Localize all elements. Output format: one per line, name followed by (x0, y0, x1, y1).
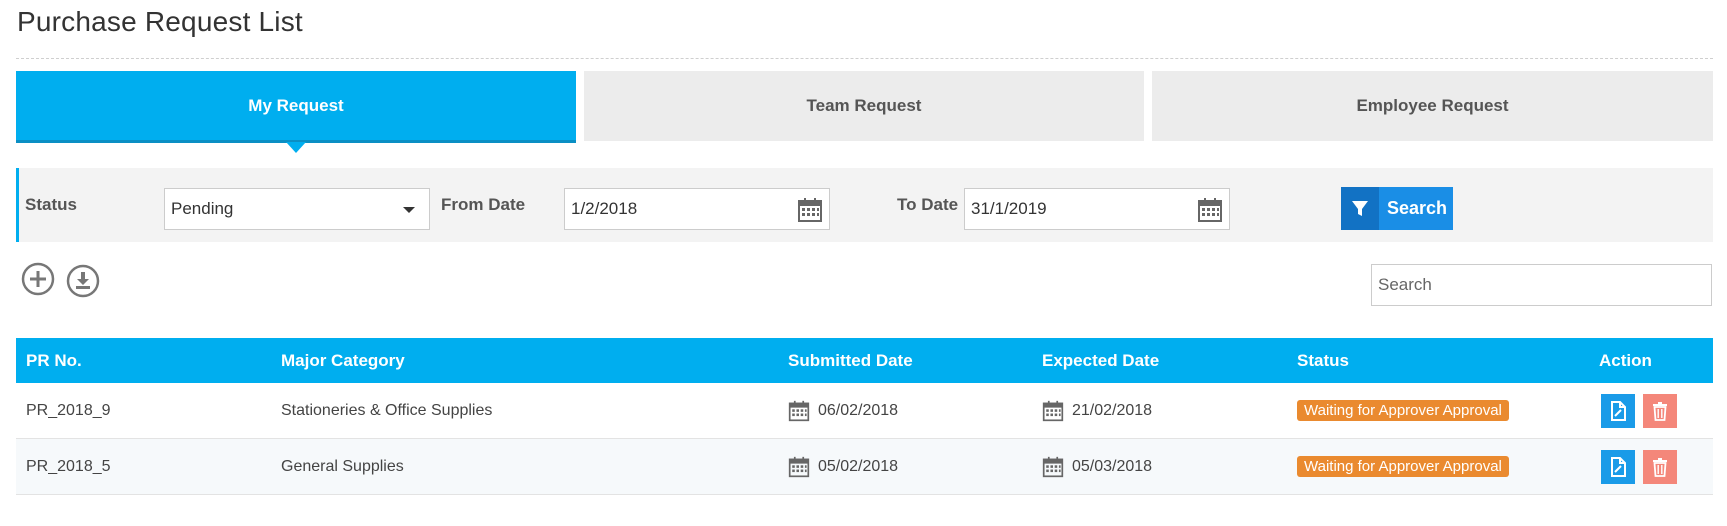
expected-date-value: 05/03/2018 (1072, 457, 1153, 475)
submitted-date-value: 06/02/2018 (818, 401, 899, 419)
delete-button[interactable] (1643, 393, 1677, 428)
expected-date: 21/02/2018 (1042, 383, 1152, 438)
status-label: Status (25, 195, 77, 214)
download-icon[interactable] (66, 264, 100, 298)
header-pr-no[interactable]: PR No. (26, 338, 82, 383)
search-button[interactable]: Search (1341, 187, 1453, 230)
action-cell (1601, 383, 1677, 438)
table-row: PR_2018_5 General Supplies 05/02/2018 05… (16, 439, 1713, 495)
status-badge: Waiting for Approver Approval (1297, 400, 1509, 421)
table-search-input[interactable] (1371, 264, 1712, 306)
calendar-icon[interactable] (797, 197, 823, 228)
filter-icon (1341, 187, 1379, 230)
chevron-down-icon (403, 207, 415, 213)
edit-document-icon (1611, 456, 1626, 477)
to-date-label: To Date (897, 195, 959, 214)
header-action: Action (1599, 350, 1652, 370)
to-date-value: 31/1/2019 (971, 199, 1047, 218)
header-expected-date[interactable]: Expected Date (1042, 338, 1159, 383)
calendar-icon (1042, 400, 1064, 421)
submitted-date-value: 05/02/2018 (818, 457, 899, 475)
tab-team-request[interactable]: Team Request (584, 71, 1144, 141)
pr-no: PR_2018_9 (26, 401, 111, 419)
expected-date-value: 21/02/2018 (1072, 401, 1153, 419)
edit-document-icon (1611, 400, 1626, 421)
calendar-icon[interactable] (1197, 197, 1223, 228)
calendar-icon (788, 400, 810, 421)
to-date-field[interactable]: 31/1/2019 (964, 188, 1230, 230)
table-header: PR No. Major Category Submitted Date Exp… (16, 338, 1713, 383)
header-major-category[interactable]: Major Category (281, 338, 405, 383)
pr-no: PR_2018_5 (26, 457, 111, 475)
tab-employee-request[interactable]: Employee Request (1152, 71, 1713, 141)
edit-button[interactable] (1601, 393, 1635, 428)
header-status[interactable]: Status (1297, 338, 1349, 383)
status-cell: Waiting for Approver Approval (1297, 439, 1509, 494)
trash-icon (1653, 457, 1667, 477)
table-row: PR_2018_9 Stationeries & Office Supplies… (16, 383, 1713, 439)
filter-bar: Status Pending From Date 1/2/2018 To Dat… (16, 168, 1713, 242)
submitted-date: 05/02/2018 (788, 439, 898, 494)
from-date-value: 1/2/2018 (571, 199, 638, 218)
submitted-date: 06/02/2018 (788, 383, 898, 438)
title-divider (16, 58, 1713, 59)
status-badge: Waiting for Approver Approval (1297, 456, 1509, 477)
major-category: General Supplies (281, 457, 404, 475)
delete-button[interactable] (1643, 449, 1677, 484)
from-date-field[interactable]: 1/2/2018 (564, 188, 830, 230)
status-cell: Waiting for Approver Approval (1297, 383, 1509, 438)
edit-button[interactable] (1601, 449, 1635, 484)
add-icon[interactable] (21, 262, 55, 296)
action-cell (1601, 439, 1677, 494)
request-tabs: My Request Team Request Employee Request (16, 71, 1713, 153)
purchase-request-table: PR No. Major Category Submitted Date Exp… (16, 338, 1713, 495)
trash-icon (1653, 401, 1667, 421)
status-select[interactable]: Pending (164, 188, 430, 230)
search-button-label: Search (1387, 198, 1448, 218)
tab-my-request[interactable]: My Request (16, 71, 576, 153)
header-submitted-date[interactable]: Submitted Date (788, 338, 913, 383)
expected-date: 05/03/2018 (1042, 439, 1152, 494)
status-select-value: Pending (171, 199, 234, 218)
from-date-label: From Date (441, 195, 526, 214)
calendar-icon (788, 456, 810, 477)
major-category: Stationeries & Office Supplies (281, 401, 493, 419)
page-title: Purchase Request List (17, 6, 303, 37)
calendar-icon (1042, 456, 1064, 477)
